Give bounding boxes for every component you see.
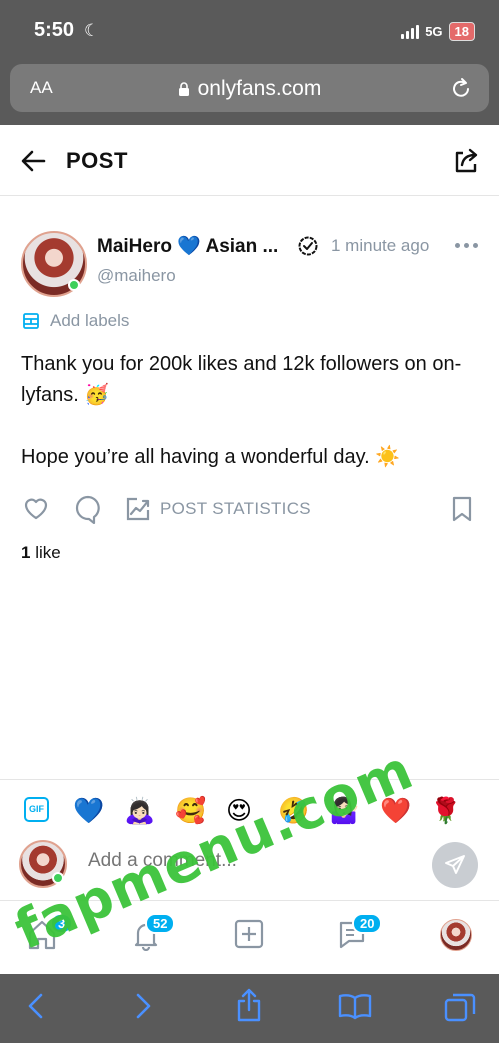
emoji-rose[interactable]: 🌹: [430, 796, 461, 826]
browser-forward-icon[interactable]: [133, 992, 153, 1020]
add-labels-text: Add labels: [50, 311, 130, 330]
verified-icon: [298, 236, 318, 256]
page-title: POST: [66, 148, 128, 173]
statistics-chart-icon[interactable]: [125, 496, 151, 522]
browser-share-icon[interactable]: [236, 988, 262, 1022]
bookmark-icon[interactable]: [451, 496, 473, 522]
messages-badge: 20: [352, 913, 383, 934]
browser-toolbar: [0, 974, 499, 1043]
label-icon: [23, 313, 39, 329]
author-handle[interactable]: @maihero: [97, 266, 176, 286]
bookmarks-book-icon[interactable]: [338, 992, 372, 1020]
status-time: 5:50: [34, 19, 75, 41]
post-statistics-button[interactable]: POST STATISTICS: [160, 499, 311, 519]
address-bar[interactable]: AA onlyfans.com: [10, 64, 489, 112]
more-options-icon[interactable]: [455, 243, 478, 248]
post-text: Thank you for 200k likes and 12k followe…: [21, 349, 481, 504]
online-indicator: [68, 279, 80, 291]
add-post-icon[interactable]: [234, 919, 264, 949]
send-button[interactable]: [432, 842, 478, 888]
post-text-line-1: Thank you for 200k likes and 12k followe…: [21, 353, 462, 406]
battery-icon: 18: [448, 22, 475, 41]
post-timestamp[interactable]: 1 minute ago: [331, 236, 429, 256]
emoji-blue-heart[interactable]: 💙: [73, 796, 104, 826]
back-arrow-icon[interactable]: [20, 148, 46, 174]
comment-bubble-icon[interactable]: [74, 494, 102, 524]
emoji-bowing-woman[interactable]: 🙇🏻‍♀️: [124, 796, 155, 826]
gif-button[interactable]: GIF: [24, 797, 49, 822]
moon-icon: ☾: [84, 21, 100, 40]
network-label: 5G: [425, 24, 443, 39]
signal-icon: [401, 24, 420, 39]
likes-count[interactable]: 1 like: [21, 543, 61, 563]
share-icon[interactable]: [453, 146, 479, 174]
post-text-line-2: Hope you’re all having a wonderful day. …: [21, 446, 401, 468]
notifications-badge: 52: [145, 913, 176, 934]
profile-avatar[interactable]: [440, 919, 472, 951]
post-actions: POST STATISTICS: [0, 494, 499, 528]
tabs-icon[interactable]: [444, 992, 476, 1022]
add-labels-button[interactable]: Add labels: [22, 311, 129, 331]
author-name[interactable]: MaiHero 💙 Asian ...: [97, 234, 278, 258]
likes-word: like: [30, 543, 61, 562]
lock-icon: [178, 82, 189, 96]
browser-chrome-top: 5:50 ☾ 5G 18 AA onlyfans.com: [0, 0, 499, 125]
reload-icon[interactable]: [451, 76, 473, 100]
send-icon: [445, 855, 465, 874]
status-indicators: 5G 18: [401, 22, 475, 41]
page-header: POST: [0, 125, 499, 196]
like-heart-icon[interactable]: [22, 494, 50, 522]
browser-back-icon[interactable]: [26, 992, 46, 1020]
url-display[interactable]: onlyfans.com: [10, 77, 489, 101]
url-text: onlyfans.com: [197, 77, 322, 100]
